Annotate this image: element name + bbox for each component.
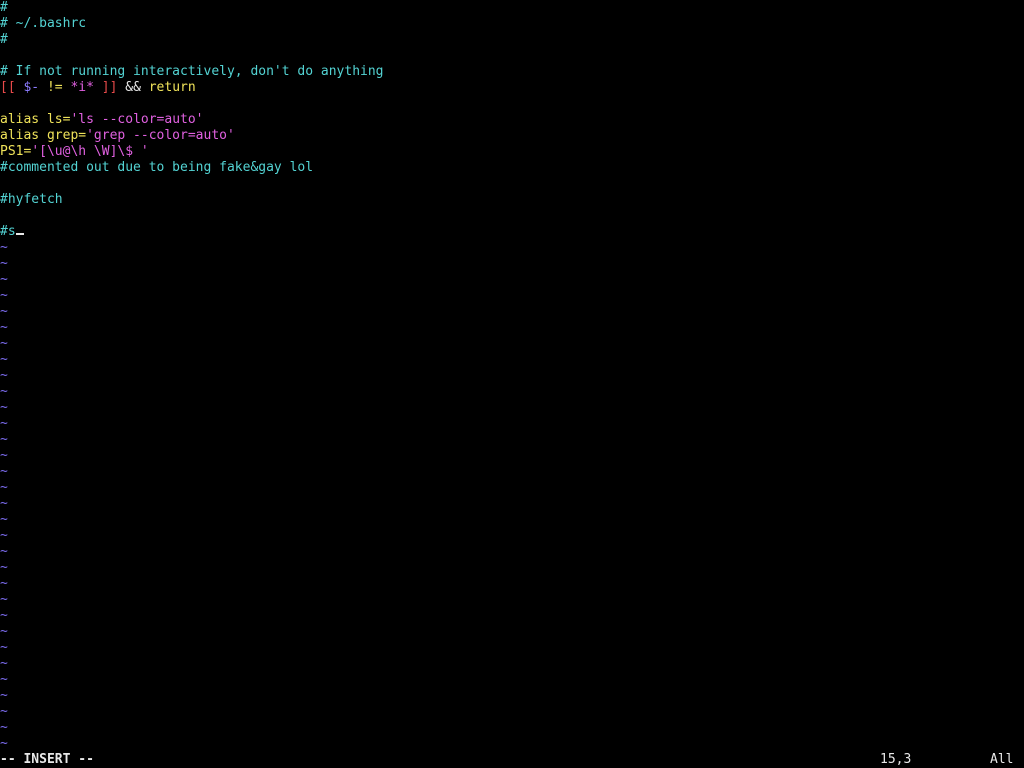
- terminal-screen[interactable]: # # ~/.bashrc # # If not running interactiv…: [0, 0, 1024, 768]
- vim-buffer[interactable]: # # ~/.bashrc # # If not running interactiv…: [0, 0, 1024, 752]
- buffer-line[interactable]: [0, 176, 1024, 192]
- empty-line-tilde: ~: [0, 608, 8, 623]
- code-token: '[\u@\h \W]\$ ': [31, 144, 149, 159]
- empty-line-tilde: ~: [0, 496, 8, 511]
- buffer-line[interactable]: #: [0, 32, 1024, 48]
- buffer-line[interactable]: #hyfetch: [0, 192, 1024, 208]
- code-token: $-: [23, 80, 40, 95]
- empty-line-tilde: ~: [0, 384, 8, 399]
- code-token: # ~/.bashrc: [0, 16, 87, 31]
- empty-line-tilde: ~: [0, 464, 8, 479]
- buffer-line[interactable]: alias grep='grep --color=auto': [0, 128, 1024, 144]
- empty-line-tilde: ~: [0, 240, 8, 255]
- empty-line-tilde: ~: [0, 544, 8, 559]
- code-token: alias ls=: [0, 112, 71, 127]
- empty-line-tilde: ~: [0, 256, 8, 271]
- empty-line-tilde: ~: [0, 720, 8, 735]
- empty-line-tilde: ~: [0, 288, 8, 303]
- vim-status-line: -- INSERT -- 15,3 All: [0, 752, 1024, 768]
- code-token: #: [0, 0, 8, 15]
- text-cursor: [15, 233, 24, 235]
- code-token: #: [0, 32, 8, 47]
- empty-line-tilde: ~: [0, 448, 8, 463]
- code-token: return: [148, 80, 196, 95]
- empty-line-tilde: ~: [0, 368, 8, 383]
- empty-line-tilde: ~: [0, 704, 8, 719]
- cursor-position: 15,3: [880, 752, 912, 767]
- empty-line-tilde: ~: [0, 304, 8, 319]
- empty-line-tilde: ~: [0, 512, 8, 527]
- empty-line-tilde: ~: [0, 400, 8, 415]
- buffer-line[interactable]: [[ $- != *i* ]] && return: [0, 80, 1024, 96]
- empty-line-tilde: ~: [0, 336, 8, 351]
- code-token: *i*: [70, 80, 94, 95]
- empty-line-tilde: ~: [0, 480, 8, 495]
- mode-indicator: -- INSERT --: [0, 752, 94, 767]
- empty-line-tilde: ~: [0, 560, 8, 575]
- empty-line-tilde: ~: [0, 576, 8, 591]
- empty-line-tilde: ~: [0, 528, 8, 543]
- code-token: #hyfetch: [0, 192, 63, 207]
- empty-line-tilde: ~: [0, 688, 8, 703]
- buffer-line[interactable]: [0, 208, 1024, 224]
- buffer-line[interactable]: #: [0, 0, 1024, 16]
- buffer-line[interactable]: [0, 48, 1024, 64]
- code-token: 'ls --color=auto': [70, 112, 204, 127]
- buffer-line[interactable]: [0, 96, 1024, 112]
- buffer-line[interactable]: #commented out due to being fake&gay lol: [0, 160, 1024, 176]
- buffer-line[interactable]: # If not running interactively, don't do…: [0, 64, 1024, 80]
- buffer-line[interactable]: PS1='[\u@\h \W]\$ ': [0, 144, 1024, 160]
- code-token: alias grep=: [0, 128, 87, 143]
- empty-line-tilde: ~: [0, 624, 8, 639]
- empty-line-tilde: ~: [0, 736, 8, 751]
- empty-line-tilde: ~: [0, 320, 8, 335]
- empty-line-tilde: ~: [0, 656, 8, 671]
- code-token: &&: [117, 80, 149, 95]
- empty-line-tilde: ~: [0, 432, 8, 447]
- buffer-line[interactable]: #s: [0, 224, 1024, 240]
- empty-line-tilde: ~: [0, 592, 8, 607]
- code-token: !=: [46, 80, 63, 95]
- scroll-percent: All: [990, 752, 1014, 767]
- empty-line-tilde: ~: [0, 672, 8, 687]
- code-token: # If not running interactively, don't do…: [0, 64, 384, 79]
- code-token: [[: [0, 80, 24, 95]
- buffer-line[interactable]: # ~/.bashrc: [0, 16, 1024, 32]
- code-token: #s: [0, 224, 16, 239]
- code-token: ]]: [93, 80, 118, 95]
- empty-line-tilde: ~: [0, 640, 8, 655]
- code-token: PS1=: [0, 144, 32, 159]
- code-token: #commented out due to being fake&gay lol: [0, 160, 314, 175]
- empty-line-tilde: ~: [0, 352, 8, 367]
- empty-line-tilde: ~: [0, 416, 8, 431]
- empty-line-tilde: ~: [0, 272, 8, 287]
- buffer-line[interactable]: alias ls='ls --color=auto': [0, 112, 1024, 128]
- code-token: 'grep --color=auto': [86, 128, 235, 143]
